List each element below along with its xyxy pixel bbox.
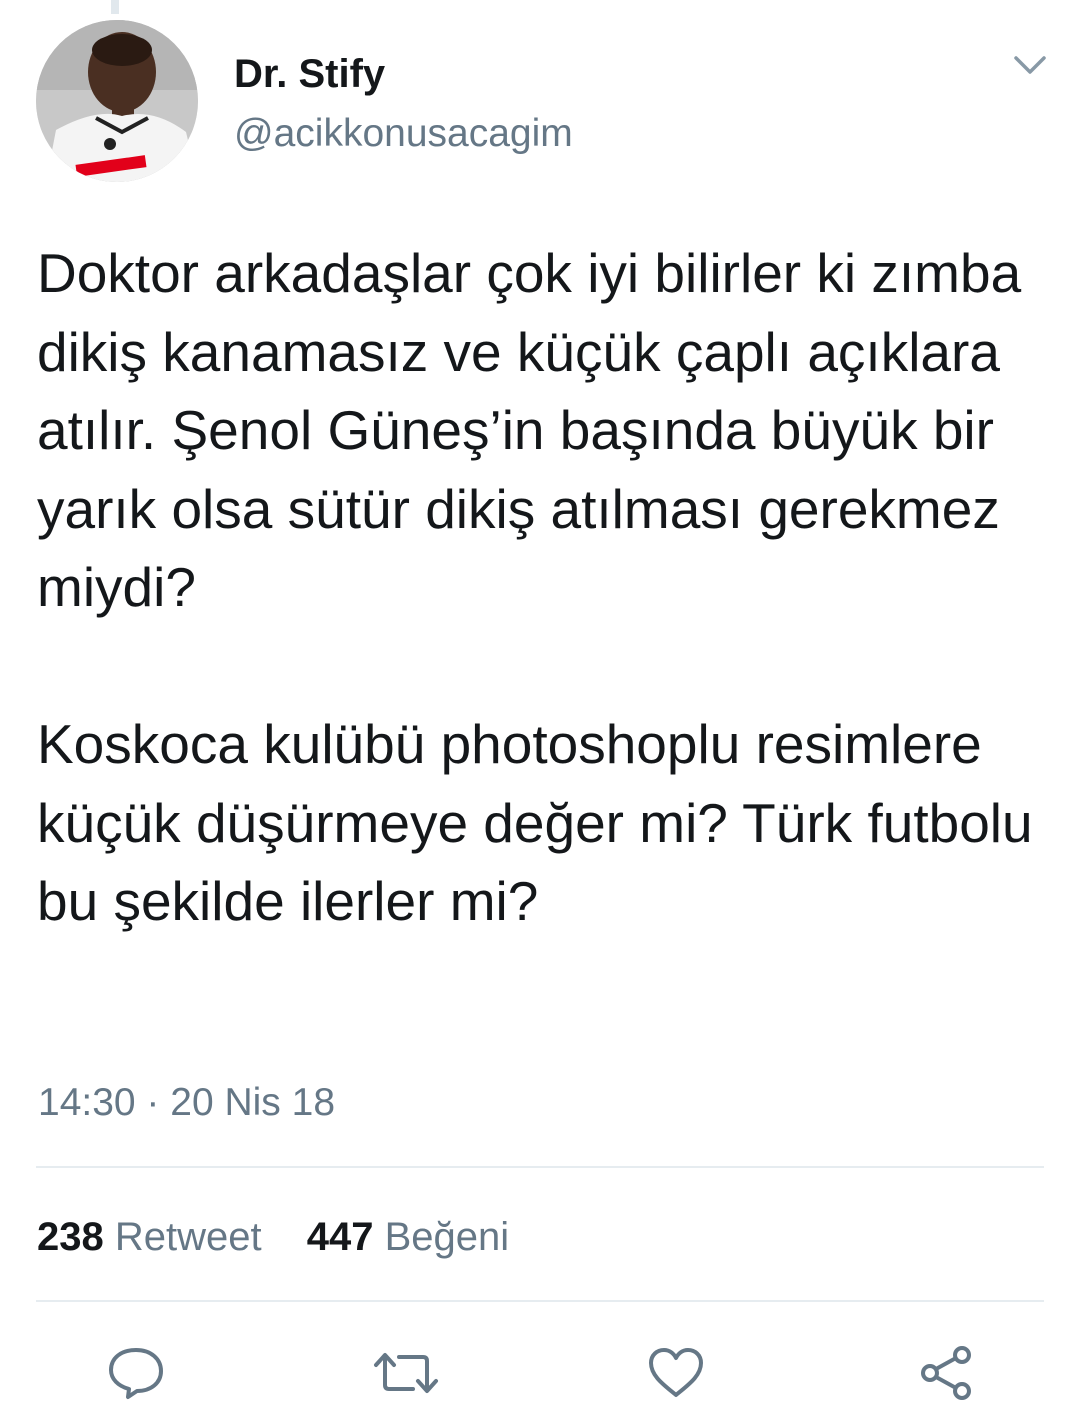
- tweet-paragraph: Doktor arkadaşlar çok iyi bilirler ki zı…: [37, 242, 1022, 618]
- retweet-icon: [374, 1353, 438, 1393]
- tweet-paragraph: Koskoca kulübü photoshoplu resimlere küç…: [37, 713, 1033, 932]
- reply-button[interactable]: [103, 1342, 169, 1404]
- avatar-image: [36, 20, 198, 182]
- retweet-button[interactable]: [373, 1342, 439, 1404]
- avatar[interactable]: [36, 20, 198, 182]
- retweet-count: 238: [37, 1215, 104, 1259]
- heart-icon: [649, 1348, 703, 1397]
- share-button[interactable]: [913, 1342, 979, 1404]
- like-button[interactable]: [643, 1342, 709, 1404]
- username-handle[interactable]: @acikkonusacagim: [234, 110, 573, 158]
- share-icon: [921, 1346, 971, 1400]
- tweet-action-bar: [0, 1342, 1080, 1404]
- tweet-timestamp[interactable]: 14:30 · 20 Nis 18: [38, 1079, 335, 1127]
- display-name[interactable]: Dr. Stify: [234, 50, 385, 98]
- chevron-down-icon[interactable]: [1010, 48, 1050, 82]
- tweet-text: Doktor arkadaşlar çok iyi bilirler ki zı…: [37, 234, 1047, 941]
- divider: [36, 1300, 1044, 1302]
- like-stat[interactable]: 447 Beğeni: [307, 1215, 509, 1259]
- reply-icon: [109, 1348, 163, 1399]
- divider: [36, 1166, 1044, 1168]
- retweet-stat[interactable]: 238 Retweet: [37, 1215, 262, 1259]
- thread-connector-line: [111, 0, 119, 14]
- retweet-label: Retweet: [114, 1215, 262, 1259]
- like-label: Beğeni: [384, 1215, 510, 1259]
- engagement-stats: 238 Retweet 447 Beğeni: [37, 1212, 543, 1262]
- like-count: 447: [306, 1215, 374, 1259]
